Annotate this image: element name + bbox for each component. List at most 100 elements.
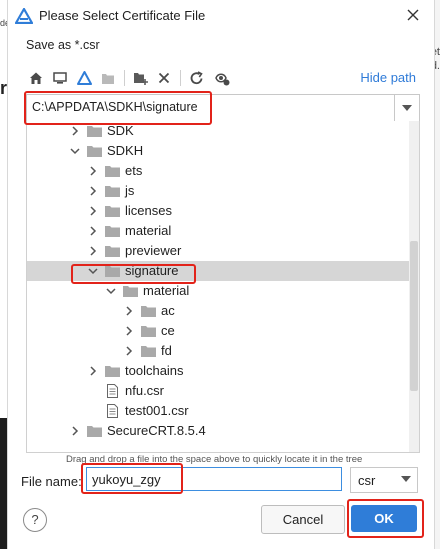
folder-icon	[141, 306, 156, 317]
folder-icon	[141, 326, 156, 337]
tree-item-label: signature	[125, 263, 179, 278]
tree-row[interactable]: material	[27, 221, 419, 241]
file-tree[interactable]: SecureCRT.8.5.4 test001.csr nfu.csr toolcha…	[26, 121, 420, 453]
folder-icon	[105, 226, 120, 237]
module-folder-icon	[102, 73, 114, 84]
chevron-right-icon[interactable]	[87, 164, 99, 178]
new-folder-icon	[133, 73, 148, 85]
chevron-right-icon[interactable]	[87, 244, 99, 258]
tree-row[interactable]: test001.csr	[27, 401, 419, 421]
tree-row[interactable]: material	[27, 281, 419, 301]
file-name-label: File name:	[21, 474, 82, 489]
scrollbar-thumb[interactable]	[410, 241, 418, 391]
file-type-select[interactable]: csr	[350, 467, 418, 493]
delete-icon	[158, 72, 170, 84]
project-logo-icon	[76, 71, 92, 85]
background-text: r	[0, 78, 8, 98]
tree-row[interactable]: SDKH	[27, 141, 419, 161]
delete-button[interactable]	[154, 68, 174, 88]
chevron-right-icon[interactable]	[87, 364, 99, 378]
folder-icon	[105, 266, 120, 277]
file-icon	[107, 384, 118, 398]
folder-icon	[105, 186, 120, 197]
show-hidden-files-icon	[215, 73, 230, 85]
folder-icon	[105, 206, 120, 217]
tree-item-label: js	[125, 183, 135, 198]
chevron-right-icon[interactable]	[123, 324, 135, 338]
ok-button[interactable]: OK	[351, 505, 417, 532]
tree-row[interactable]: js	[27, 181, 419, 201]
tree-item-label: ets	[125, 163, 143, 178]
dialog-description: Save as *.csr	[26, 38, 100, 52]
desktop-button[interactable]	[50, 68, 70, 88]
chevron-right-icon[interactable]	[69, 124, 81, 138]
tree-row[interactable]: ce	[27, 321, 419, 341]
chevron-down-icon[interactable]	[105, 284, 117, 298]
dialog-title: Please Select Certificate File	[39, 8, 206, 23]
folder-icon	[105, 366, 120, 377]
chevron-right-icon[interactable]	[87, 204, 99, 218]
refresh-button[interactable]	[186, 68, 206, 88]
tree-item-label: material	[125, 223, 172, 238]
tree-scrollbar[interactable]	[409, 121, 419, 452]
tree-item-label: ce	[161, 323, 175, 338]
folder-icon	[123, 286, 138, 297]
tree-row[interactable]: nfu.csr	[27, 381, 419, 401]
project-button[interactable]	[74, 68, 94, 88]
folder-icon	[105, 166, 120, 177]
path-input[interactable]: C:\APPDATA\SDKH\signature	[32, 100, 198, 114]
certificate-file-dialog: Please Select Certificate File Save as *…	[7, 0, 435, 549]
help-button[interactable]: ?	[23, 508, 47, 532]
file-toolbar: Hide path	[26, 68, 416, 90]
home-button[interactable]	[26, 68, 46, 88]
app-logo-icon	[15, 8, 33, 24]
tree-item-label: test001.csr	[125, 403, 189, 418]
chevron-down-icon[interactable]	[87, 264, 99, 278]
tree-item-label: nfu.csr	[125, 383, 165, 398]
chevron-down-icon[interactable]	[69, 144, 81, 158]
tree-item-label: SecureCRT.8.5.4	[107, 423, 206, 438]
folder-icon	[87, 146, 102, 157]
tree-item-label: ac	[161, 303, 175, 318]
close-icon	[407, 9, 419, 21]
chevron-right-icon[interactable]	[87, 224, 99, 238]
chevron-right-icon[interactable]	[87, 184, 99, 198]
cancel-button[interactable]: Cancel	[261, 505, 345, 534]
tree-row[interactable]: previewer	[27, 241, 419, 261]
module-button[interactable]	[98, 68, 118, 88]
chevron-down-icon	[402, 105, 412, 111]
tree-row[interactable]: SDK	[27, 121, 419, 141]
folder-icon	[87, 126, 102, 137]
new-folder-button[interactable]	[130, 68, 150, 88]
path-history-dropdown[interactable]	[394, 95, 419, 121]
desktop-icon	[53, 72, 67, 84]
folder-icon	[87, 426, 102, 437]
tree-item-label: toolchains	[125, 363, 184, 378]
tree-row[interactable]: ac	[27, 301, 419, 321]
tree-row[interactable]: fd	[27, 341, 419, 361]
hide-path-link[interactable]: Hide path	[360, 70, 416, 85]
tree-row[interactable]: ets	[27, 161, 419, 181]
tree-row[interactable]: signature	[27, 261, 419, 281]
drag-drop-hint: Drag and drop a file into the space abov…	[66, 454, 363, 465]
tree-item-label: SDK	[107, 123, 134, 138]
tree-item-label: previewer	[125, 243, 182, 258]
toolbar-separator	[124, 70, 125, 86]
path-field[interactable]: C:\APPDATA\SDKH\signature	[26, 94, 420, 122]
refresh-icon	[190, 70, 203, 84]
chevron-right-icon[interactable]	[123, 304, 135, 318]
chevron-right-icon[interactable]	[69, 424, 81, 438]
show-hidden-button[interactable]	[212, 68, 232, 88]
chevron-down-icon	[401, 476, 411, 482]
chevron-right-icon[interactable]	[123, 344, 135, 358]
tree-item-label: material	[143, 283, 190, 298]
folder-icon	[141, 346, 156, 357]
close-button[interactable]	[402, 4, 424, 26]
title-bar: Please Select Certificate File	[8, 0, 434, 32]
file-name-input[interactable]	[86, 467, 342, 491]
tree-item-label: SDKH	[107, 143, 144, 158]
tree-row[interactable]: SecureCRT.8.5.4	[27, 421, 419, 441]
folder-icon	[105, 246, 120, 257]
tree-row[interactable]: toolchains	[27, 361, 419, 381]
tree-row[interactable]: licenses	[27, 201, 419, 221]
